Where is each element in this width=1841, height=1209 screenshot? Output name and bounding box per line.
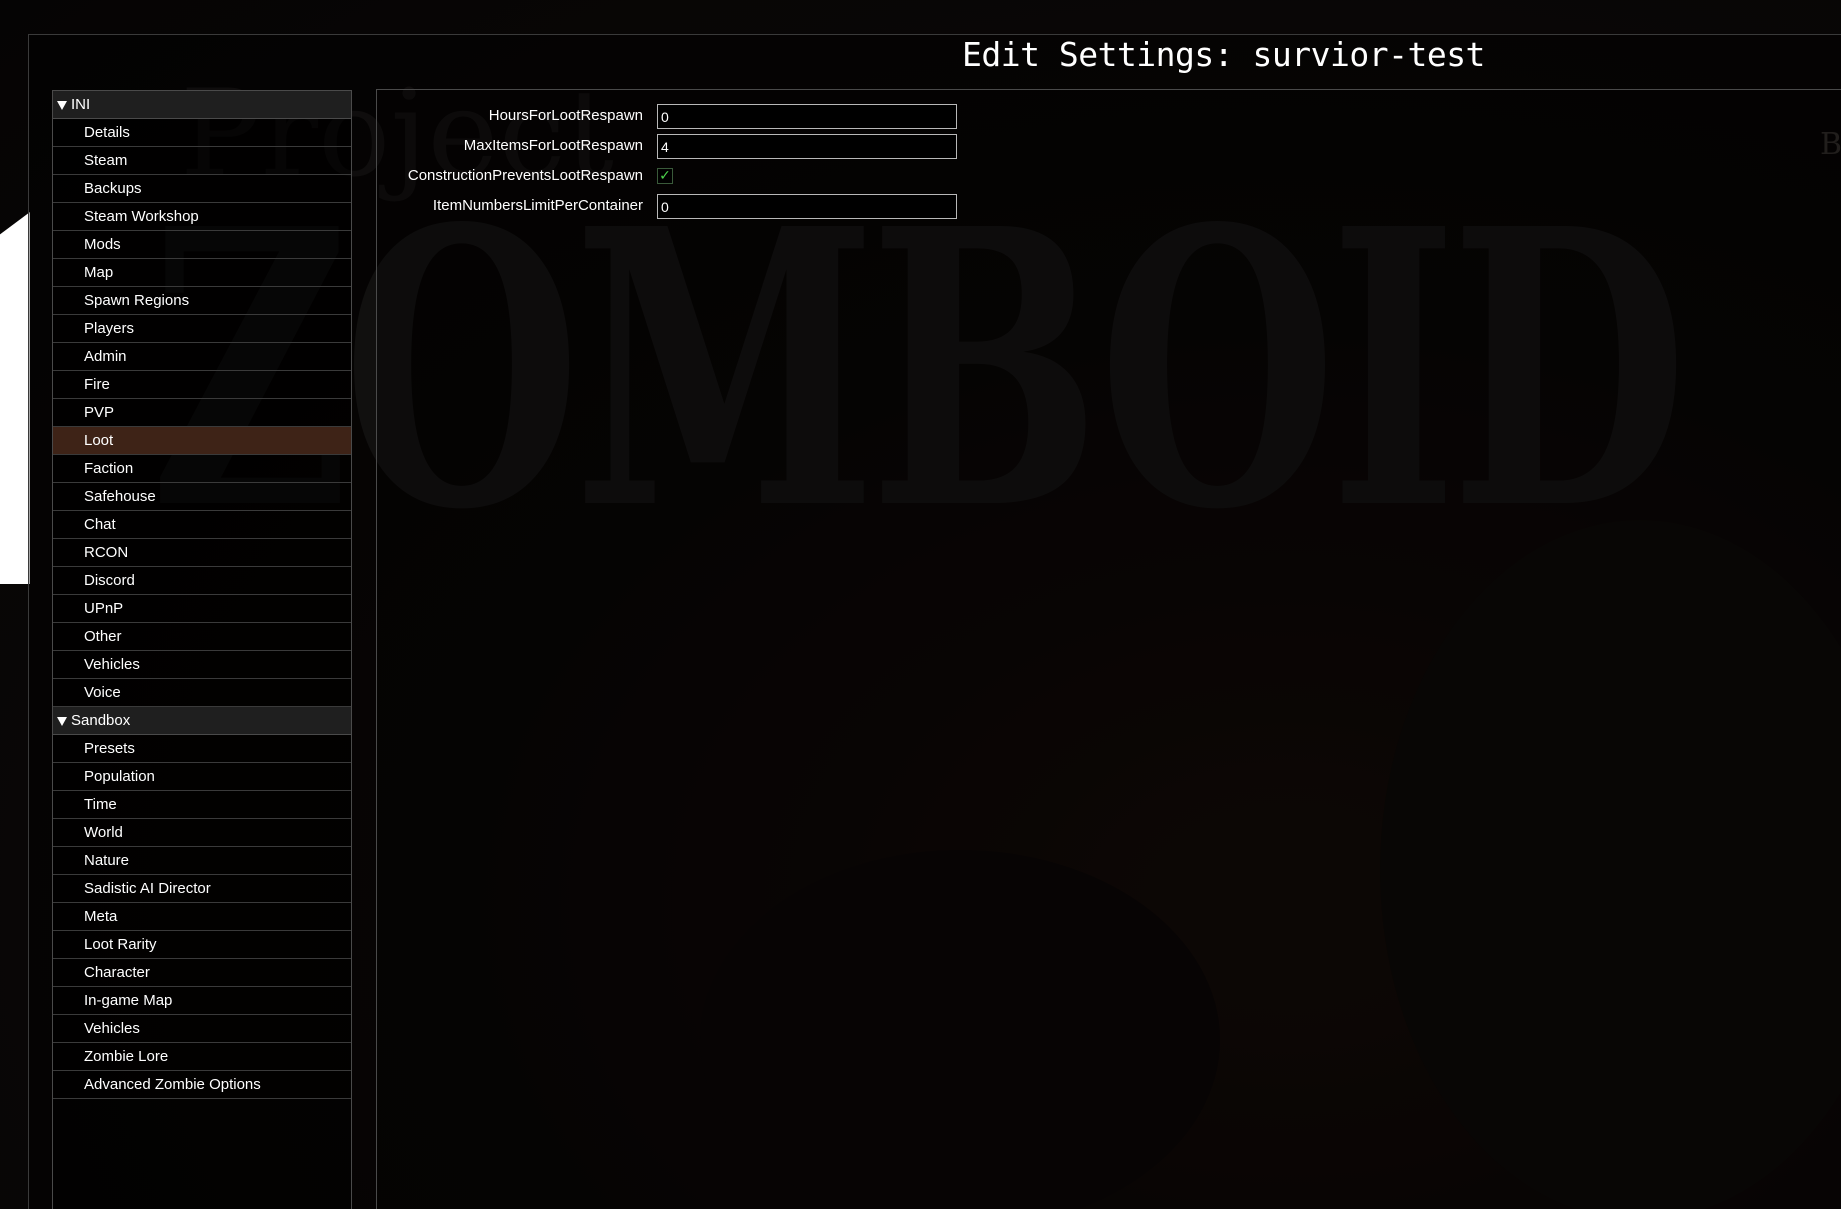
sidebar-item-sadistic-ai-director[interactable]: Sadistic AI Director xyxy=(53,875,351,903)
setting-input-hoursforlootrespawn[interactable] xyxy=(657,104,957,129)
sidebar-item-upnp[interactable]: UPnP xyxy=(53,595,351,623)
sidebar-item-character[interactable]: Character xyxy=(53,959,351,987)
sidebar-item-discord[interactable]: Discord xyxy=(53,567,351,595)
sidebar-item-faction[interactable]: Faction xyxy=(53,455,351,483)
setting-input-maxitemsforlootrespawn[interactable] xyxy=(657,134,957,159)
sidebar-section-label: Sandbox xyxy=(71,712,131,729)
sidebar-item-loot-rarity[interactable]: Loot Rarity xyxy=(53,931,351,959)
setting-label-maxitemsforlootrespawn: MaxItemsForLootRespawn xyxy=(463,137,643,154)
sidebar-item-players[interactable]: Players xyxy=(53,315,351,343)
sidebar-item-presets[interactable]: Presets xyxy=(53,735,351,763)
sidebar-section-label: INI xyxy=(71,96,91,113)
sidebar-item-steam-workshop[interactable]: Steam Workshop xyxy=(53,203,351,231)
sidebar-item-steam[interactable]: Steam xyxy=(53,147,351,175)
sidebar-item-meta[interactable]: Meta xyxy=(53,903,351,931)
sidebar-item-spawn-regions[interactable]: Spawn Regions xyxy=(53,287,351,315)
sidebar-item-vehicles[interactable]: Vehicles xyxy=(53,1015,351,1043)
setting-label-hoursforlootrespawn: HoursForLootRespawn xyxy=(488,107,643,124)
sidebar-item-mods[interactable]: Mods xyxy=(53,231,351,259)
sidebar-item-map[interactable]: Map xyxy=(53,259,351,287)
sidebar-item-other[interactable]: Other xyxy=(53,623,351,651)
sidebar-item-voice[interactable]: Voice xyxy=(53,679,351,707)
expand-triangle-icon xyxy=(57,101,67,110)
sidebar-item-loot[interactable]: Loot xyxy=(53,427,351,455)
setting-input-itemnumberslimitpercontainer[interactable] xyxy=(657,194,957,219)
sidebar-section-ini[interactable]: INI xyxy=(53,91,351,119)
sidebar-item-population[interactable]: Population xyxy=(53,763,351,791)
sidebar-item-zombie-lore[interactable]: Zombie Lore xyxy=(53,1043,351,1071)
sidebar-item-admin[interactable]: Admin xyxy=(53,343,351,371)
setting-label-constructionpreventslootrespawn: ConstructionPreventsLootRespawn xyxy=(407,167,643,184)
background-white-shape xyxy=(0,212,30,584)
sidebar-item-chat[interactable]: Chat xyxy=(53,511,351,539)
sidebar-item-pvp[interactable]: PVP xyxy=(53,399,351,427)
sidebar-section-sandbox[interactable]: Sandbox xyxy=(53,707,351,735)
page-title: Edit Settings: survior-test xyxy=(962,35,1485,74)
sidebar-item-world[interactable]: World xyxy=(53,819,351,847)
settings-panel: HoursForLootRespawn MaxItemsForLootRespaw… xyxy=(376,89,1841,1209)
setting-checkbox-constructionpreventslootrespawn[interactable]: ✓ xyxy=(657,168,673,184)
expand-triangle-icon xyxy=(57,717,67,726)
setting-label-itemnumberslimitpercontainer: ItemNumbersLimitPerContainer xyxy=(432,197,643,214)
settings-sidebar: INI Details Steam Backups Steam Workshop Mods… xyxy=(52,90,352,1209)
sidebar-item-advanced-zombie-options[interactable]: Advanced Zombie Options xyxy=(53,1071,351,1099)
sidebar-item-fire[interactable]: Fire xyxy=(53,371,351,399)
sidebar-item-in-game-map[interactable]: In-game Map xyxy=(53,987,351,1015)
sidebar-item-backups[interactable]: Backups xyxy=(53,175,351,203)
app-root: Project ZOMBOID Edit Settings: survior-t… xyxy=(0,0,1841,1209)
sidebar-item-time[interactable]: Time xyxy=(53,791,351,819)
sidebar-item-nature[interactable]: Nature xyxy=(53,847,351,875)
sidebar-item-safehouse[interactable]: Safehouse xyxy=(53,483,351,511)
sidebar-item-rcon[interactable]: RCON xyxy=(53,539,351,567)
sidebar-item-vehicles[interactable]: Vehicles xyxy=(53,651,351,679)
sidebar-item-details[interactable]: Details xyxy=(53,119,351,147)
